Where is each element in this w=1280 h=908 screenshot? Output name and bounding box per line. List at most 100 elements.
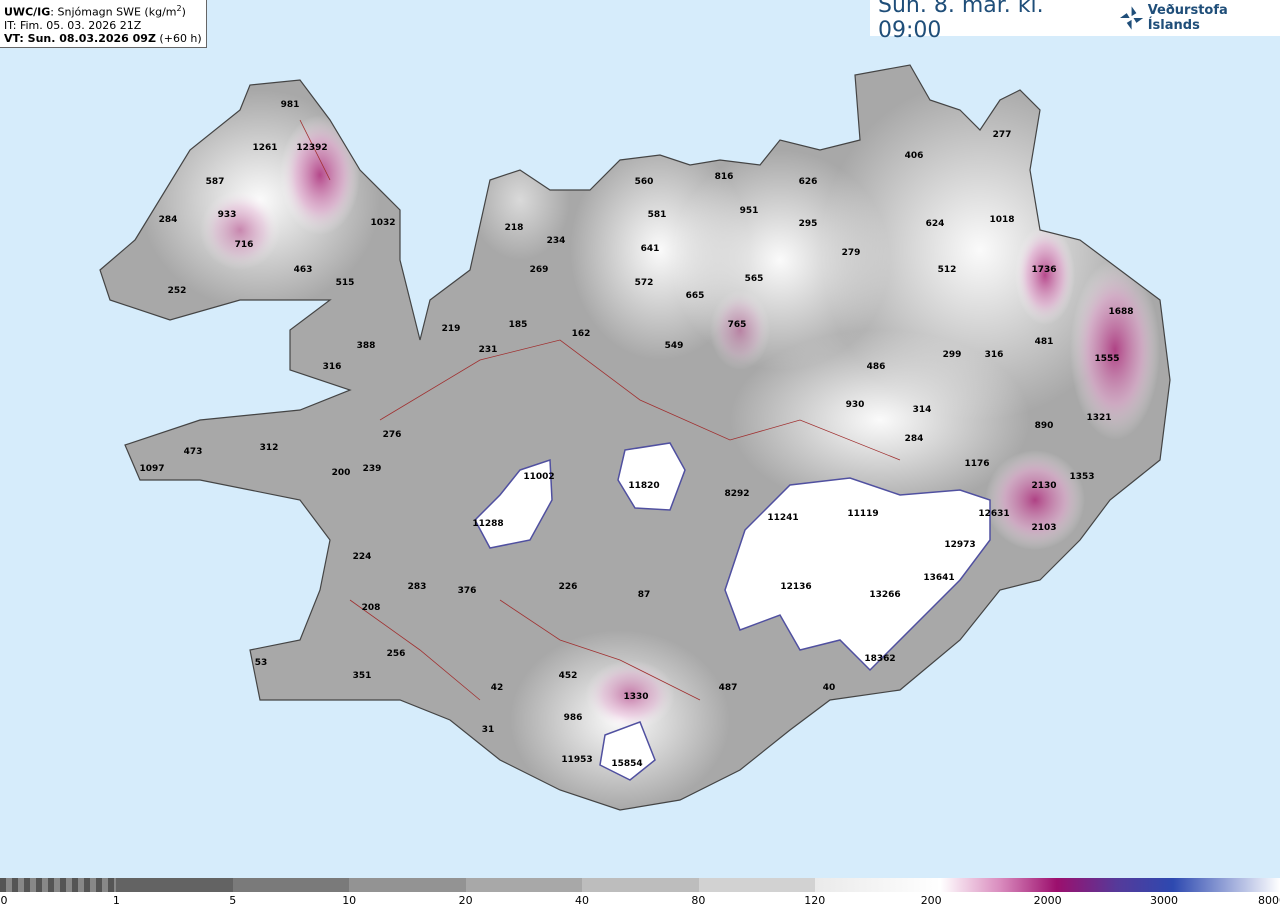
colorbar-tick: 3000 [1150,894,1178,907]
swe-value-label: 12392 [296,143,328,153]
colorbar-tick: 8000 [1258,894,1280,907]
swe-value-label: 481 [1034,337,1054,347]
swe-value-label: 2103 [1031,523,1057,533]
swe-value-label: 284 [904,434,924,444]
swe-value-label: 316 [322,362,342,372]
swe-value-label: 1353 [1069,472,1095,482]
map-info-box: UWC/IG: Snjómagn SWE (kg/m2) IT: Fim. 05… [0,0,207,48]
swe-value-label: 11820 [628,481,660,491]
swe-value-label: 276 [382,430,402,440]
swe-value-label: 284 [158,215,178,225]
colorbar-segment [116,878,233,892]
swe-value-label: 351 [352,671,372,681]
swe-value-label: 269 [529,265,549,275]
swe-value-label: 452 [558,671,578,681]
swe-value-label: 2130 [1031,481,1057,491]
swe-value-label: 11241 [767,513,799,523]
swe-value-label: 11119 [847,509,879,519]
colorbar-segment [815,878,1280,892]
swe-value-label: 565 [744,274,764,284]
swe-value-label: 312 [259,443,279,453]
forecast-date: Sun. 8. mar. kl. 09:00 [878,0,1044,43]
colorbar-tick: 2000 [1033,894,1062,907]
brand-name: Veðurstofa Íslands [1147,3,1228,33]
swe-value-label: 560 [634,177,654,187]
swe-value-label: 463 [293,265,313,275]
swe-value-label: 1018 [989,215,1015,225]
swe-value-label: 277 [992,130,1012,140]
swe-value-label: 816 [714,172,734,182]
swe-value-label: 15854 [611,759,643,769]
swe-value-label: 40 [822,683,836,693]
swe-value-label: 406 [904,151,924,161]
header: Sun. 8. mar. kl. 09:00 Veðurstofa Ísland… [870,0,1280,43]
swe-value-label: 252 [167,286,187,296]
swe-value-label: 624 [925,219,945,229]
swe-value-label: 53 [254,658,268,668]
swe-value-label: 224 [352,552,372,562]
swe-value-label: 239 [362,464,382,474]
swe-value-label: 316 [984,350,1004,360]
swe-value-label: 930 [845,400,865,410]
swe-value-label: 11953 [561,755,593,765]
swe-value-label: 11288 [472,519,504,529]
swe-value-label: 641 [640,244,660,254]
swe-value-label: 231 [478,345,498,355]
colorbar-segment [233,878,349,892]
colorbar-tick: 40 [575,894,589,907]
swe-value-label: 31 [481,725,495,735]
swe-value-label: 12973 [944,540,976,550]
issue-time: IT: Fim. 05. 03. 2026 21Z [4,18,142,32]
model-name: UWC/IG [4,5,51,19]
colorbar-segment [699,878,815,892]
swe-value-label: 388 [356,341,376,351]
swe-value-label: 162 [571,329,591,339]
swe-value-label: 665 [685,291,705,301]
swe-value-label: 376 [457,586,477,596]
swe-value-label: 1555 [1094,354,1120,364]
colorbar-tick: 5 [229,894,237,907]
swe-value-label: 1736 [1031,265,1057,275]
colorbar-tick: 0 [0,894,8,907]
colorbar: 0 1 5 10 20 40 80 120 200 2000 3000 8000 [0,878,1280,908]
colorbar-tick: 20 [458,894,473,907]
swe-value-label: 1176 [964,459,990,469]
swe-value-label: 12136 [780,582,812,592]
swe-value-label: 42 [490,683,504,693]
swe-value-label: 716 [234,240,254,250]
swe-value-label: 1330 [623,692,649,702]
colorbar-tick: 10 [342,894,357,907]
vedurstofa-logo-icon [1119,6,1143,30]
swe-value-label: 226 [558,582,578,592]
swe-value-label: 587 [205,177,225,187]
swe-value-label: 581 [647,210,667,220]
swe-value-label: 283 [407,582,427,592]
colorbar-segment [0,878,116,892]
swe-value-label: 200 [331,468,351,478]
colorbar-segment [349,878,466,892]
swe-value-label: 1097 [139,464,165,474]
lead-time: (+60 h) [155,31,202,45]
swe-value-label: 299 [942,350,962,360]
swe-value-label: 473 [183,447,203,457]
colorbar-segment [466,878,582,892]
swe-value-label: 986 [563,713,583,723]
colorbar-tick: 80 [691,894,706,907]
swe-value-label: 279 [841,248,861,258]
snow-map [99,64,1171,811]
swe-value-label: 981 [280,100,300,110]
swe-value-label: 18362 [864,654,896,664]
swe-value-label: 8292 [724,489,750,499]
parameter: : Snjómagn SWE (kg/m [50,5,177,19]
valid-time: VT: Sun. 08.03.2026 09Z [4,31,156,45]
swe-value-label: 295 [798,219,818,229]
swe-value-label: 626 [798,177,818,187]
colorbar-tick: 200 [920,894,942,907]
swe-value-label: 486 [866,362,886,372]
swe-value-label: 12631 [978,509,1010,519]
swe-value-label: 185 [508,320,528,330]
swe-value-label: 572 [634,278,654,288]
swe-value-label: 13641 [923,573,955,583]
swe-value-label: 256 [386,649,406,659]
swe-value-label: 219 [441,324,461,334]
